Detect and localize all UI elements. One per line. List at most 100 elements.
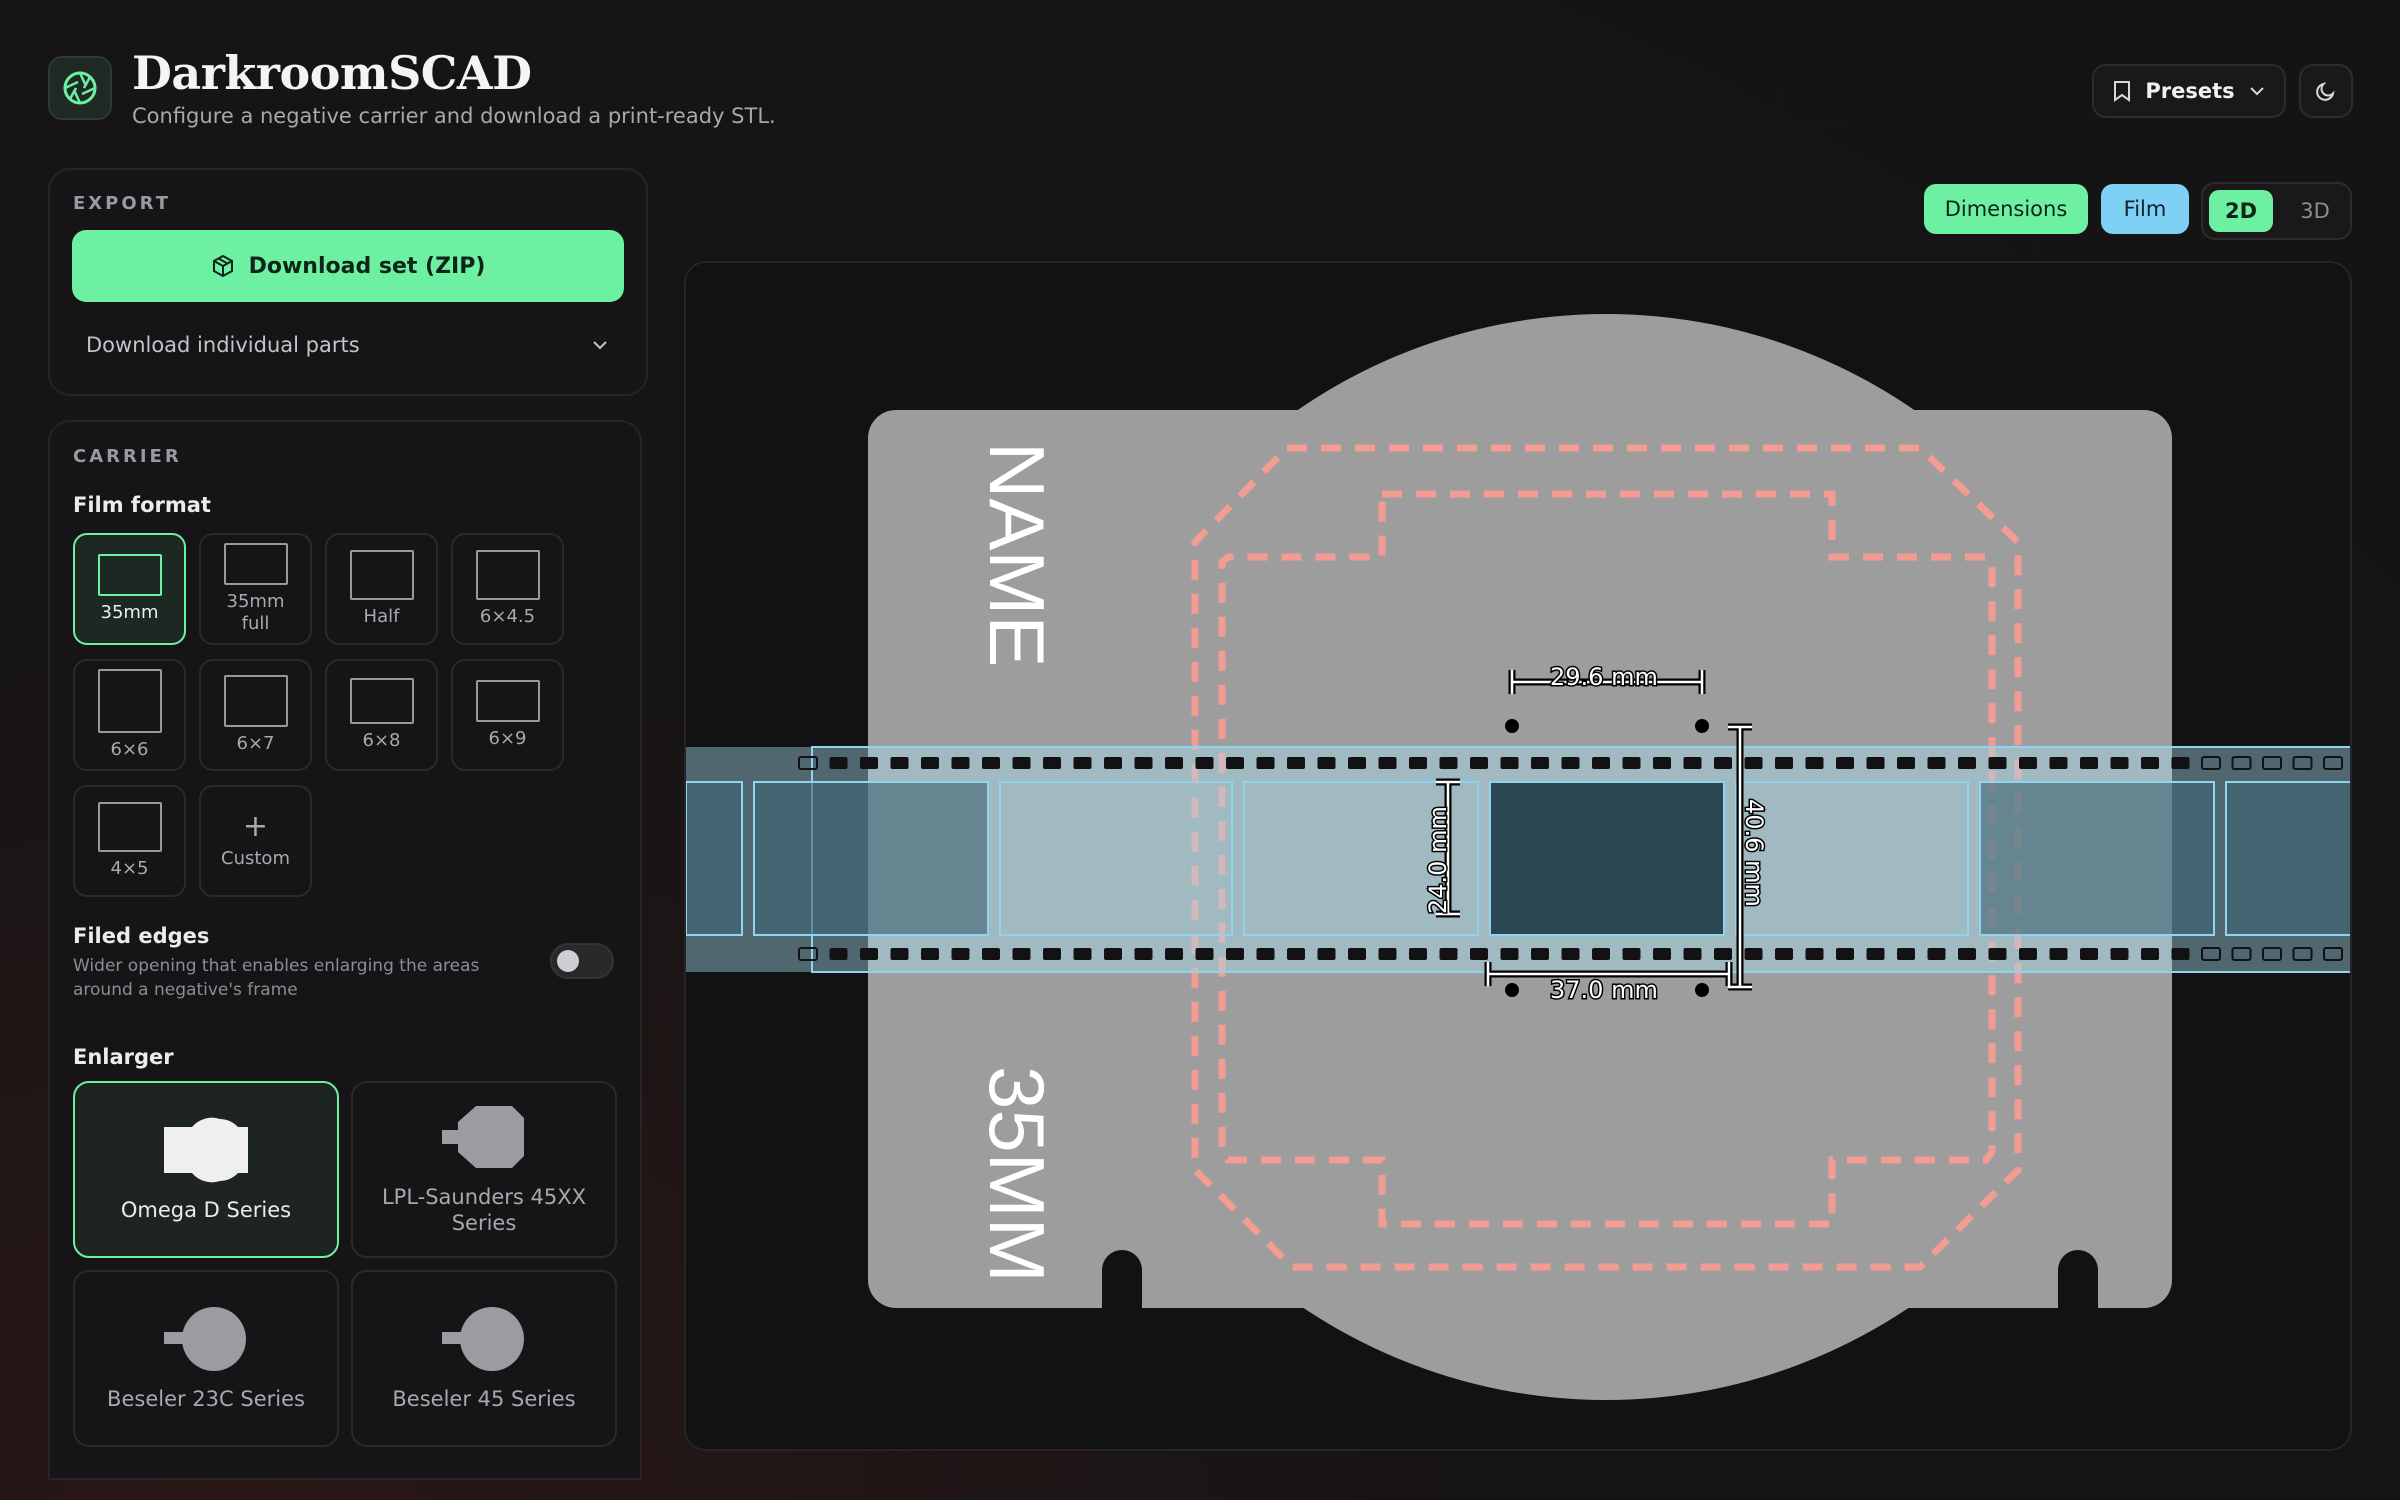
- sprocket-hole: [1836, 948, 1854, 960]
- sprocket-holes-top: [798, 756, 2343, 770]
- sprocket-hole: [1805, 948, 1824, 960]
- chevron-down-icon: [2249, 87, 2264, 96]
- format-label: 6×7: [236, 733, 275, 754]
- sprocket-hole: [1012, 948, 1031, 960]
- sprocket-hole: [1836, 757, 1854, 769]
- format-tile-35mm-full[interactable]: 35mm full: [199, 533, 312, 645]
- format-tile-6x7[interactable]: 6×7: [199, 659, 312, 771]
- carrier-label-name: NAME: [973, 442, 1061, 667]
- sprocket-hole: [1439, 757, 1458, 769]
- sprocket-hole: [2110, 757, 2129, 769]
- format-tile-custom[interactable]: + Custom: [199, 785, 312, 897]
- sprocket-hole: [1622, 948, 1641, 960]
- enlarger-tile-lpl-saunders[interactable]: LPL-Saunders 45XX Series: [351, 1081, 617, 1258]
- sprocket-hole: [1653, 757, 1671, 769]
- enlarger-tile-omega-d[interactable]: Omega D Series: [73, 1081, 339, 1258]
- sprocket-holes-bottom: [798, 947, 2343, 961]
- format-label: 6×8: [362, 730, 401, 751]
- enlarger-tile-beseler-45[interactable]: Beseler 45 Series: [351, 1270, 617, 1447]
- enlarger-label: Omega D Series: [120, 1197, 292, 1222]
- sprocket-hole: [860, 948, 878, 960]
- format-tile-35mm[interactable]: 35mm: [73, 533, 186, 645]
- sprocket-hole: [2019, 757, 2037, 769]
- carrier-preview: NAME 35MM 29.6 mm 37.0 mm 24.0 mm 40.6 m…: [686, 314, 2350, 1400]
- sprocket-hole: [1348, 948, 1366, 960]
- filed-edges-toggle[interactable]: [550, 943, 614, 979]
- sprocket-hole: [890, 948, 909, 960]
- sprocket-hole: [1988, 757, 2007, 769]
- format-6x6-icon: [97, 669, 162, 733]
- lpl-carrier-icon: [442, 1105, 524, 1168]
- sprocket-hole: [1897, 948, 1915, 960]
- sprocket-hole: [1714, 757, 1732, 769]
- download-zip-button[interactable]: Download set (ZIP): [72, 230, 624, 302]
- format-tile-6x4-5[interactable]: 6×4.5: [451, 533, 564, 645]
- sprocket-hole: [1714, 948, 1732, 960]
- format-tile-half[interactable]: Half: [325, 533, 438, 645]
- film-toggle[interactable]: Film: [2101, 184, 2189, 234]
- format-label: Half: [363, 606, 400, 627]
- sprocket-hole: [1470, 948, 1488, 960]
- format-label: 6×4.5: [479, 606, 536, 627]
- sprocket-hole: [1927, 757, 1946, 769]
- sprocket-hole: [1958, 948, 1976, 960]
- enlarger-label: Beseler 45 Series: [392, 1386, 576, 1411]
- sprocket-hole: [1226, 948, 1244, 960]
- beseler-45-carrier-icon: [442, 1306, 524, 1371]
- sprocket-hole: [1439, 948, 1458, 960]
- view-2d-button[interactable]: 2D: [2209, 190, 2273, 232]
- beseler-23c-carrier-icon: [164, 1306, 246, 1371]
- sprocket-hole: [1805, 757, 1824, 769]
- format-tile-6x6[interactable]: 6×6: [73, 659, 186, 771]
- theme-toggle-button[interactable]: [2299, 64, 2353, 118]
- export-section-label: EXPORT: [73, 193, 171, 214]
- sprocket-hole: [1927, 948, 1946, 960]
- sprocket-hole: [1378, 948, 1397, 960]
- format-tile-6x8[interactable]: 6×8: [325, 659, 438, 771]
- format-tile-4x5[interactable]: 4×5: [73, 785, 186, 897]
- sprocket-hole: [1775, 757, 1793, 769]
- sprocket-hole: [2141, 948, 2159, 960]
- app-subtitle: Configure a negative carrier and downloa…: [132, 104, 776, 128]
- preview-viewport[interactable]: NAME 35MM 29.6 mm 37.0 mm 24.0 mm 40.6 m…: [684, 261, 2352, 1451]
- view-3d-button[interactable]: 3D: [2283, 190, 2347, 232]
- dim-height-right: 40.6 mm: [1740, 799, 1768, 907]
- sprocket-hole: [1409, 948, 1427, 960]
- enlarger-tile-beseler-23c[interactable]: Beseler 23C Series: [73, 1270, 339, 1447]
- sprocket-hole: [2141, 757, 2159, 769]
- sprocket-hole: [890, 757, 909, 769]
- sprocket-hole: [1073, 757, 1092, 769]
- format-label: 35mm: [100, 602, 159, 623]
- sprocket-hole: [1195, 948, 1214, 960]
- moon-icon: [2316, 82, 2335, 101]
- carrier-section-label: CARRIER: [73, 446, 182, 467]
- sprocket-hole: [1683, 757, 1702, 769]
- sprocket-hole: [2019, 948, 2037, 960]
- sprocket-hole: [1500, 757, 1519, 769]
- format-35mm-icon: [97, 554, 162, 596]
- sprocket-hole: [1287, 948, 1305, 960]
- format-6x4-5-icon: [475, 550, 540, 600]
- sprocket-hole: [2049, 757, 2068, 769]
- omega-carrier-icon: [164, 1117, 248, 1182]
- carrier-label-format: 35MM: [973, 1066, 1061, 1283]
- download-zip-label: Download set (ZIP): [248, 253, 486, 279]
- sprocket-hole: [1470, 757, 1488, 769]
- dimensions-toggle[interactable]: Dimensions: [1924, 184, 2088, 234]
- sprocket-hole: [1348, 757, 1366, 769]
- format-tile-6x9[interactable]: 6×9: [451, 659, 564, 771]
- toggle-knob: [557, 950, 579, 972]
- sprocket-hole: [1317, 948, 1336, 960]
- format-label: 6×9: [488, 728, 527, 749]
- sprocket-hole: [1104, 948, 1122, 960]
- sprocket-hole: [2080, 757, 2098, 769]
- sprocket-hole: [1744, 948, 1763, 960]
- film-strip: [686, 746, 2350, 973]
- sprocket-hole: [982, 757, 1000, 769]
- sprocket-hole: [921, 757, 939, 769]
- presets-button[interactable]: Presets: [2092, 64, 2286, 118]
- sprocket-hole: [921, 948, 939, 960]
- download-parts-dropdown[interactable]: Download individual parts: [86, 330, 608, 360]
- format-6x7-icon: [223, 675, 288, 727]
- package-icon: [212, 254, 233, 278]
